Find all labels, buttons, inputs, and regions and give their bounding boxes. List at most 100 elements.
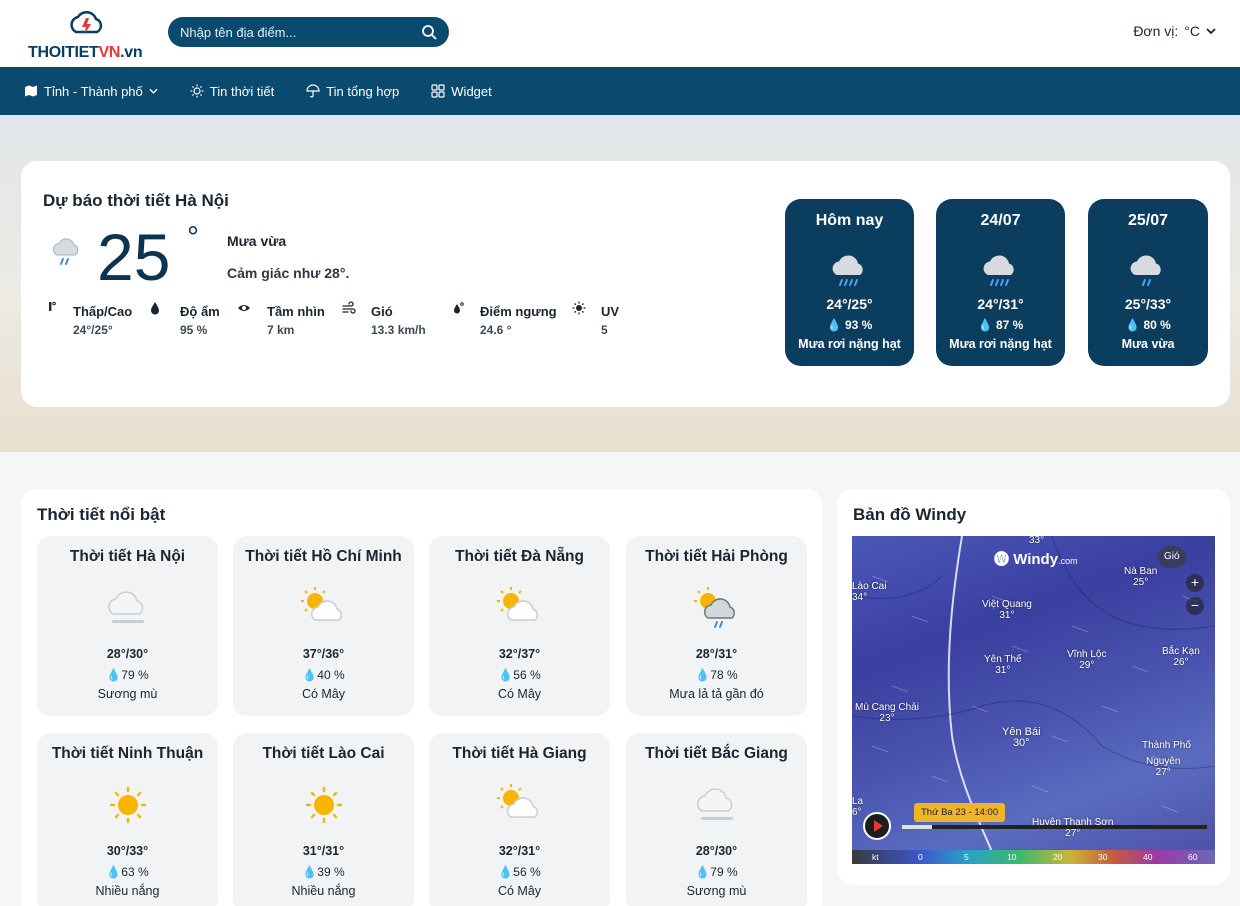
- nav-item-weather-news[interactable]: Tin thời tiết: [190, 84, 274, 99]
- city-name: Thời tiết Hồ Chí Minh: [245, 548, 402, 565]
- map-label: Vĩnh Lộc 29°: [1067, 649, 1106, 671]
- city-temp: 32°/37°: [498, 647, 541, 661]
- city-name: Thời tiết Đà Nẵng: [455, 548, 584, 565]
- windy-logo: 🅦 Windy.com: [994, 548, 1078, 569]
- windy-map[interactable]: 🅦 Windy.com Gió + − 33° Lào Cai 34° Nà Ba…: [852, 536, 1215, 864]
- forecast-day: Hôm nay: [815, 212, 884, 229]
- droplet-icon: 💧: [977, 318, 993, 332]
- partly-cloudy-icon: [497, 587, 538, 621]
- droplet-icon: 💧: [1125, 318, 1141, 332]
- city-desc: Nhiều nắng: [291, 884, 356, 898]
- map-label-value: 29°: [1079, 660, 1095, 671]
- forecast-temp: 25°/33°: [1124, 296, 1172, 312]
- city-card[interactable]: Thời tiết Hà Nội 28°/30° 💧79 % Sương mù: [37, 536, 218, 716]
- map-label-value: 26°: [1173, 657, 1189, 668]
- city-humidity-value: 40 %: [317, 668, 345, 682]
- site-logo[interactable]: THOITIETVN.vn: [28, 6, 150, 62]
- sunny-icon: [109, 786, 147, 824]
- map-label-value: 34°: [852, 592, 868, 603]
- city-card[interactable]: Thời tiết Hồ Chí Minh 37°/36° 💧40 % Có Mây: [233, 536, 414, 716]
- scale-label: kt: [872, 852, 879, 862]
- forecast-temp: 24°/25°: [826, 296, 873, 312]
- city-humidity: 💧63 %: [37, 865, 218, 879]
- city-card[interactable]: Thời tiết Ninh Thuận 30°/33° 💧63 % Nhiều nắ…: [37, 733, 218, 906]
- current-weather-title: Dự báo thời tiết Hà Nội: [43, 191, 229, 210]
- zoom-in-button[interactable]: +: [1186, 574, 1204, 592]
- city-card[interactable]: Thời tiết Đà Nẵng 32°/37° 💧56 % Có Mây: [429, 536, 610, 716]
- wind-scale-bar: kt 0 5 10 20 30 40 60: [852, 850, 1215, 864]
- play-icon: [874, 820, 883, 832]
- zoom-out-button[interactable]: −: [1186, 597, 1204, 615]
- heavy-rain-icon: [983, 255, 1014, 286]
- city-card[interactable]: Thời tiết Bắc Giang 28°/30° 💧79 % Sương mù: [626, 733, 807, 906]
- stat-value: 7 km: [267, 323, 295, 337]
- map-label: Yên Bái 30°: [1002, 727, 1041, 749]
- droplet-icon: 💧: [498, 668, 514, 682]
- map-label-name: Thành Phố: [1142, 740, 1191, 751]
- heavy-rain-icon: [832, 255, 863, 286]
- current-degree-symbol: °: [187, 221, 199, 254]
- grid-icon: [431, 84, 445, 98]
- nav-item-label: Tin tổng hợp: [326, 83, 400, 99]
- rain-cloud-icon: [52, 238, 79, 265]
- fog-icon: [697, 788, 733, 820]
- stat-label: Tầm nhìn: [267, 304, 325, 319]
- search-input[interactable]: [180, 24, 410, 40]
- map-label-value: 31°: [999, 610, 1015, 621]
- city-name: Thời tiết Lào Cai: [262, 745, 385, 762]
- forecast-card-2407[interactable]: 24/07 24°/31° 💧 87 % Mưa rơi nặng hạt: [936, 199, 1065, 366]
- map-label-name: Lào Cai: [852, 581, 887, 592]
- city-temp: 31°/31°: [302, 844, 345, 858]
- wind-layer-pill[interactable]: Gió: [1158, 546, 1186, 568]
- main-nav: Tỉnh - Thành phố Tin thời tiết Tin tổng …: [0, 67, 1240, 115]
- city-humidity: 💧56 %: [429, 865, 610, 879]
- city-name: Thời tiết Bắc Giang: [645, 745, 788, 762]
- city-temp: 37°/36°: [302, 647, 345, 661]
- forecast-card-today[interactable]: Hôm nay 24°/25° 💧 93 % Mưa rơi nặng hạt: [785, 199, 914, 366]
- map-label: Lào Cai 34°: [852, 581, 886, 603]
- map-label-name: Nguyên: [1146, 756, 1181, 767]
- unit-label: Đơn vị:: [1133, 23, 1179, 39]
- city-card[interactable]: Thời tiết Lào Cai 31°/31° 💧39 % Nhiều nắng: [233, 733, 414, 906]
- partly-cloudy-icon: [497, 784, 538, 818]
- timeline-slider[interactable]: [902, 825, 1207, 829]
- wind-icon: [342, 301, 356, 314]
- droplet-icon: [151, 302, 159, 315]
- search-icon[interactable]: [421, 24, 437, 40]
- sun-rain-icon: [694, 587, 735, 628]
- scale-label: 20: [1053, 852, 1063, 862]
- city-humidity-value: 56 %: [513, 865, 541, 879]
- city-name: Thời tiết Hà Giang: [452, 745, 587, 762]
- city-humidity-value: 39 %: [317, 865, 345, 879]
- nav-item-label: Tỉnh - Thành phố: [44, 83, 143, 99]
- city-card[interactable]: Thời tiết Hải Phòng 28°/31° 💧78 % Mưa lả tả…: [626, 536, 807, 716]
- map-label: Nà Ban 25°: [1124, 566, 1157, 588]
- nav-item-widget[interactable]: Widget: [431, 84, 492, 99]
- map-label-value: 27°: [1065, 828, 1081, 839]
- stat-value: 24.6 °: [480, 323, 512, 337]
- map-icon: [25, 85, 37, 97]
- map-label-value: 25°: [1133, 577, 1149, 588]
- city-desc: Có Mây: [301, 687, 346, 701]
- uv-icon: [572, 301, 586, 315]
- logo-text-accent: VN: [98, 44, 121, 61]
- nav-item-general-news[interactable]: Tin tổng hợp: [306, 84, 399, 99]
- city-card[interactable]: Thời tiết Hà Giang 32°/31° 💧56 % Có Mây: [429, 733, 610, 906]
- search-bar: [168, 17, 449, 47]
- forecast-humidity: 💧 93 %: [785, 318, 914, 332]
- city-temp: 32°/31°: [498, 844, 541, 858]
- map-label: Nguyên 27°: [1146, 756, 1180, 778]
- forecast-desc: Mưa rơi nặng hạt: [949, 337, 1052, 351]
- city-humidity: 💧79 %: [626, 865, 807, 879]
- wind-pill-label: Gió: [1164, 551, 1180, 562]
- map-label-name: Bắc Kạn: [1162, 646, 1200, 657]
- city-desc: Có Mây: [497, 687, 542, 701]
- nav-item-provinces[interactable]: Tỉnh - Thành phố: [24, 84, 158, 99]
- forecast-desc: Mưa vừa: [1121, 337, 1175, 351]
- city-name: Thời tiết Ninh Thuận: [51, 745, 204, 762]
- windy-title: Bản đồ Windy: [853, 505, 967, 524]
- unit-selector[interactable]: Đơn vị: °C: [1133, 23, 1216, 39]
- forecast-card-2507[interactable]: 25/07 25°/33° 💧 80 % Mưa vừa: [1088, 199, 1208, 366]
- map-label-value: 31°: [995, 665, 1011, 676]
- play-button[interactable]: [863, 812, 891, 840]
